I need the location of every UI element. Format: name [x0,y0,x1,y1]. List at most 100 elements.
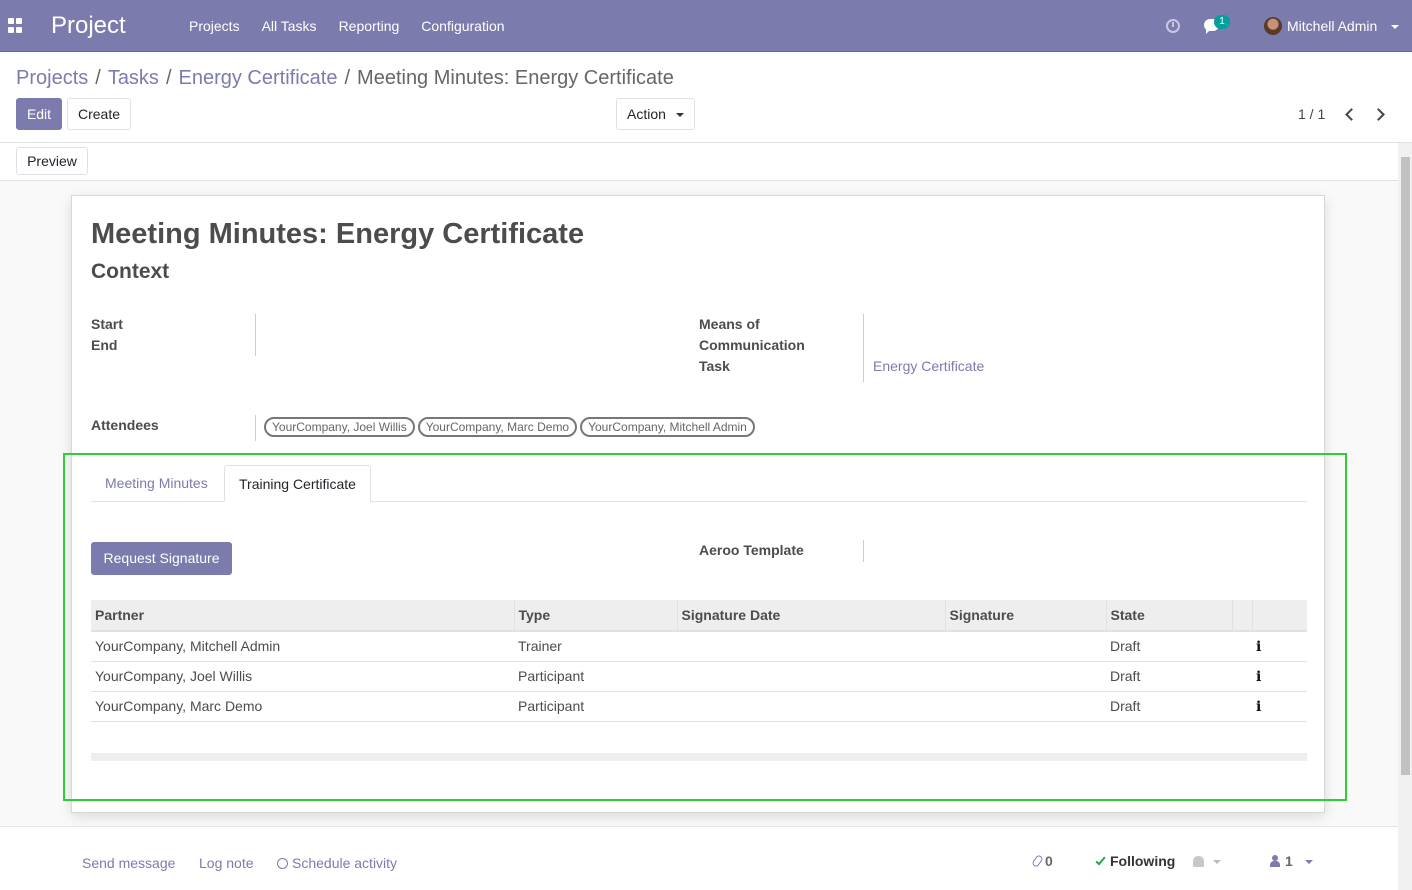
table-row[interactable]: YourCompany, Marc Demo Participant Draft… [91,691,1307,722]
info-icon[interactable]: i [1256,669,1261,685]
cell-action: i [1252,661,1307,692]
field-separator [863,540,864,562]
attachments-button[interactable]: 0 [1031,853,1053,869]
cell-signature-date [677,661,945,692]
start-label: Start [91,316,123,332]
attendee-tag[interactable]: YourCompany, Mitchell Admin [580,417,755,437]
field-separator [255,314,256,356]
aeroo-template-field[interactable] [873,540,1273,562]
followers-button[interactable]: 1 [1270,853,1293,869]
column-header-blank [1231,600,1252,632]
send-message-button[interactable]: Send message [82,855,175,871]
cell-state: Draft [1106,631,1232,662]
control-panel: Projects / Tasks / Energy Certificate / … [0,52,1412,143]
pager-value[interactable]: 1 / 1 [1298,106,1325,122]
breadcrumb-separator: / [95,67,101,89]
breadcrumb-energy-certificate[interactable]: Energy Certificate [179,67,338,90]
attendees-label: Attendees [91,417,159,433]
top-navbar: Project Projects All Tasks Reporting Con… [0,0,1412,52]
breadcrumb-projects[interactable]: Projects [16,67,88,90]
column-header-partner[interactable]: Partner [91,600,514,632]
cell-action: i [1252,691,1307,722]
request-signature-button[interactable]: Request Signature [91,542,232,575]
tab-meeting-minutes[interactable]: Meeting Minutes [91,465,222,502]
menu-configuration[interactable]: Configuration [410,18,515,34]
schedule-activity-label: Schedule activity [292,855,398,871]
create-button[interactable]: Create [67,98,131,130]
breadcrumb-tasks[interactable]: Tasks [108,67,159,90]
check-icon [1095,854,1106,866]
attachments-count: 0 [1045,853,1053,869]
section-title-context: Context [91,260,170,283]
user-menu-caret-icon[interactable] [1391,25,1399,29]
form-statusbar: Preview [0,143,1398,181]
app-title[interactable]: Project [51,12,126,40]
record-title: Meeting Minutes: Energy Certificate [91,218,585,250]
menu-all-tasks[interactable]: All Tasks [251,18,328,34]
signature-table: Partner Type Signature Date Signature St… [91,600,1307,722]
action-dropdown-button[interactable]: Action [616,98,695,130]
menu-projects[interactable]: Projects [178,18,251,34]
user-icon [1270,855,1280,867]
cell-action: i [1252,631,1307,662]
log-note-button[interactable]: Log note [199,855,254,871]
paperclip-icon [1031,854,1044,868]
chatter-topbar: Send message Log note Schedule activity … [0,826,1398,890]
cell-signature-date [677,631,945,662]
cell-blank [1232,631,1252,662]
cell-blank [1232,661,1252,692]
menu-reporting[interactable]: Reporting [328,18,411,34]
means-of-communication-label-line2: Communication [699,337,805,353]
table-footer [91,753,1307,761]
chevron-left-icon[interactable] [1344,108,1354,120]
notebook-tabs: Meeting Minutes Training Certificate [91,465,1307,502]
table-row[interactable]: YourCompany, Joel Willis Participant Dra… [91,661,1307,692]
schedule-activity-button[interactable]: Schedule activity [277,855,397,871]
aeroo-template-label: Aeroo Template [699,542,804,558]
column-header-signature-date[interactable]: Signature Date [676,600,945,632]
attendee-tag[interactable]: YourCompany, Joel Willis [264,417,415,437]
apps-menu-icon[interactable] [8,18,24,34]
edit-button[interactable]: Edit [16,98,62,130]
caret-down-icon[interactable] [1305,860,1313,864]
cell-signature [945,691,1106,722]
task-label: Task [699,358,730,374]
cell-partner: YourCompany, Joel Willis [91,661,514,692]
table-row[interactable]: YourCompany, Mitchell Admin Trainer Draf… [91,631,1307,662]
field-separator [863,314,864,382]
scrollbar-thumb[interactable] [1401,157,1410,775]
info-icon[interactable]: i [1256,699,1261,715]
cell-state: Draft [1106,661,1232,692]
user-avatar[interactable] [1264,17,1282,35]
form-sheet: Meeting Minutes: Energy Certificate Cont… [71,195,1325,813]
cell-signature [945,631,1106,662]
cell-type: Trainer [514,631,677,662]
following-button[interactable]: Following [1095,853,1175,869]
end-label: End [91,337,118,353]
cell-signature [945,661,1106,692]
field-separator [255,415,256,441]
column-header-state[interactable]: State [1105,600,1232,632]
chevron-right-icon[interactable] [1374,108,1384,120]
means-of-communication-label-line1: Means of [699,316,760,332]
cell-blank [1232,691,1252,722]
messaging-counter-badge: 1 [1214,15,1230,29]
user-menu-name[interactable]: Mitchell Admin [1287,18,1377,34]
cell-state: Draft [1106,691,1232,722]
column-header-type[interactable]: Type [513,600,677,632]
cell-partner: YourCompany, Mitchell Admin [91,631,514,662]
attendee-tag[interactable]: YourCompany, Marc Demo [417,417,578,437]
tab-training-certificate[interactable]: Training Certificate [224,465,371,502]
caret-down-icon[interactable] [1213,860,1221,864]
breadcrumb-current: Meeting Minutes: Energy Certificate [357,67,674,89]
caret-down-icon [676,113,684,117]
task-link[interactable]: Energy Certificate [873,358,984,374]
preview-button[interactable]: Preview [16,147,88,175]
column-header-signature[interactable]: Signature [944,600,1106,632]
table-header-row: Partner Type Signature Date Signature St… [91,600,1307,632]
cell-type: Participant [514,691,677,722]
bell-icon[interactable] [1193,856,1204,867]
info-icon[interactable]: i [1256,639,1261,655]
activity-clock-icon[interactable] [1166,19,1180,33]
breadcrumb-separator: / [344,67,351,89]
